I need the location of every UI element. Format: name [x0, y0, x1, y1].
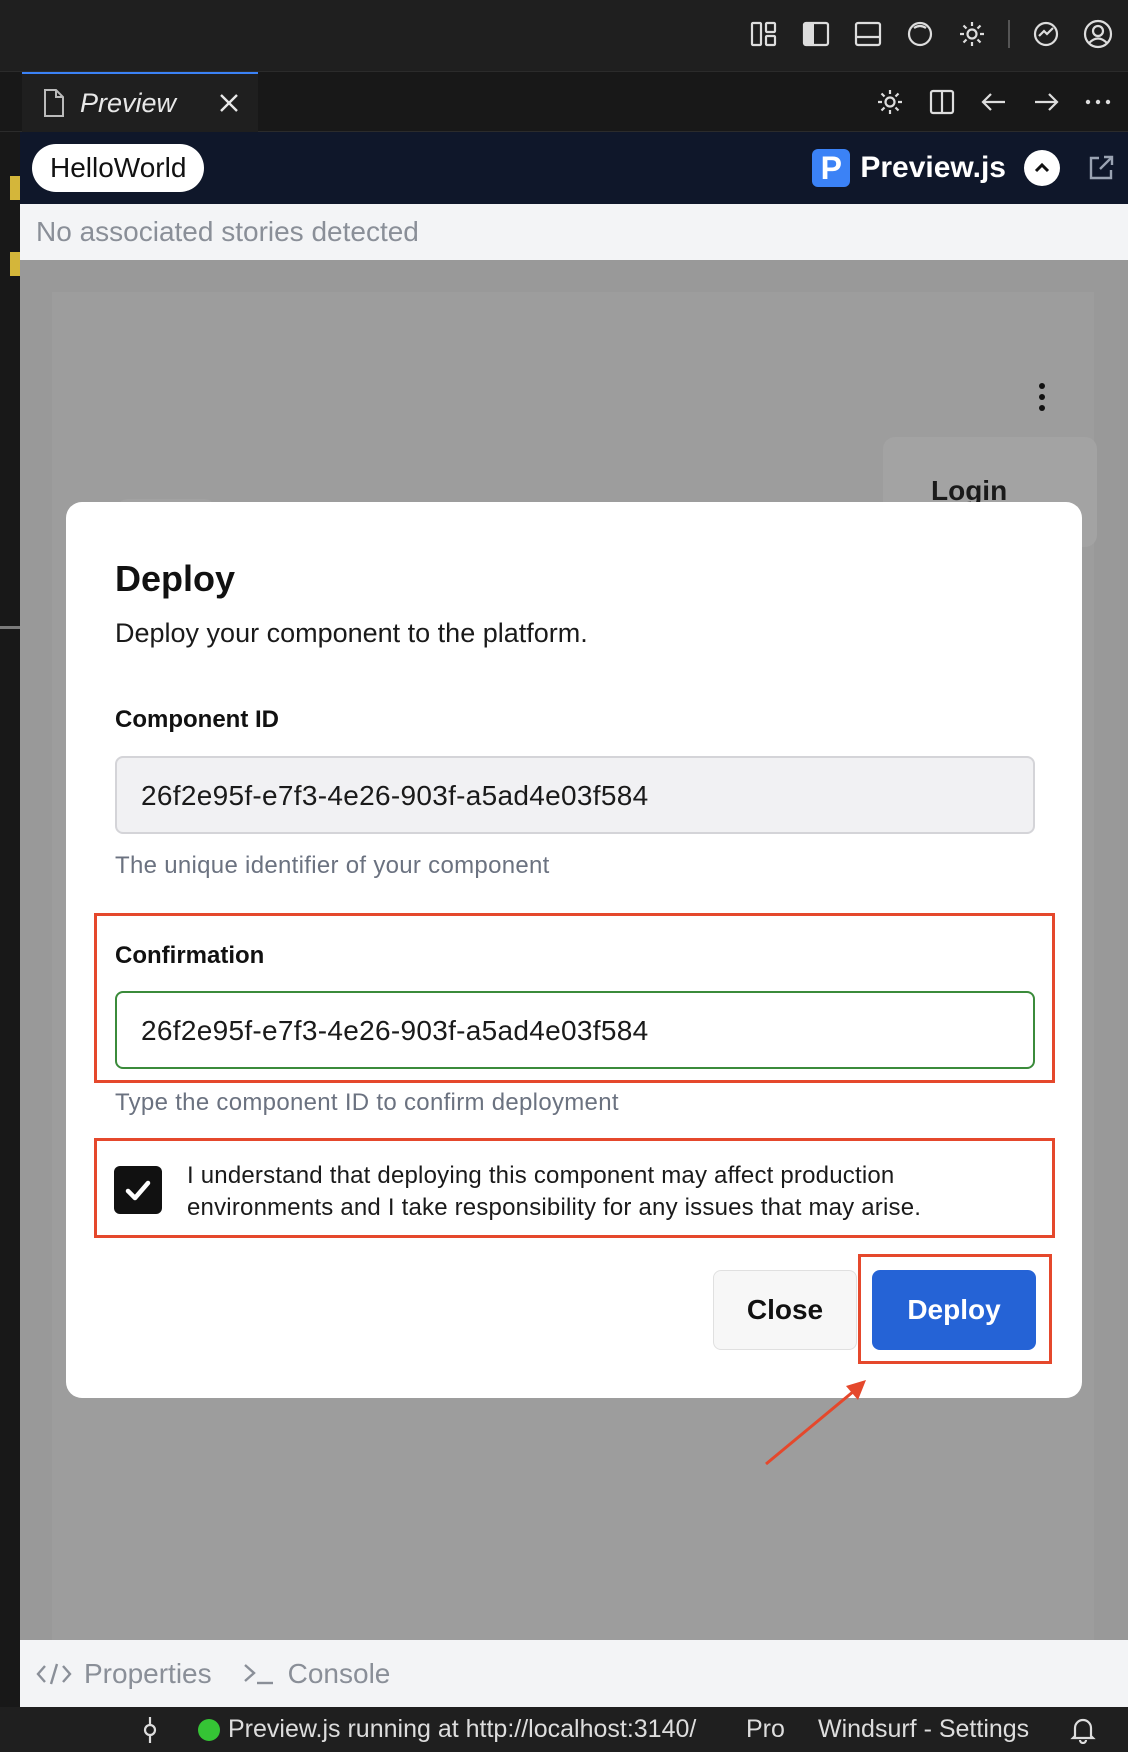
kebab-menu-icon[interactable] [1037, 382, 1047, 412]
account-icon[interactable] [1080, 16, 1116, 52]
acknowledge-line: environments and I take responsibility f… [187, 1194, 922, 1221]
title-bar-actions [746, 16, 1116, 52]
tab-label: Properties [84, 1657, 212, 1689]
commit-icon [143, 1716, 157, 1743]
confirmation-label: Confirmation [115, 942, 265, 969]
close-button[interactable]: Close [713, 1270, 857, 1350]
deploy-button[interactable]: Deploy [872, 1270, 1036, 1350]
gutter-divider [0, 626, 20, 629]
copilot-icon[interactable] [902, 16, 938, 52]
acknowledge-checkbox[interactable] [114, 1166, 162, 1214]
preview-status-item[interactable]: Preview.js running at http://localhost:3… [198, 1715, 696, 1744]
editor-gutter [0, 132, 20, 1707]
dialog-title: Deploy [115, 558, 236, 599]
tab-console[interactable]: Console [242, 1657, 391, 1690]
editor-actions [872, 84, 1116, 120]
editor-tab-bar: Preview [0, 72, 1128, 132]
acknowledge-line: I understand that deploying this compone… [187, 1162, 895, 1189]
settings-item[interactable]: Windsurf - Settings [818, 1715, 1029, 1744]
close-icon[interactable] [218, 92, 240, 114]
tab-label: Console [287, 1657, 391, 1689]
tab-properties[interactable]: Properties [36, 1658, 212, 1690]
file-icon [42, 88, 66, 118]
brand-name: Preview.js [860, 151, 1006, 184]
component-id-help: The unique identifier of your component [115, 852, 550, 879]
open-external-icon[interactable] [1086, 153, 1116, 183]
status-dot-icon [198, 1718, 220, 1741]
preview-logo-icon: P [812, 149, 851, 187]
toggle-sidebar-icon[interactable] [798, 16, 834, 52]
brand: P Preview.js [812, 132, 1128, 204]
acknowledge-label[interactable]: I understand that deploying this compone… [187, 1160, 987, 1224]
source-control-item[interactable] [140, 1715, 160, 1745]
tab-preview[interactable]: Preview [22, 72, 258, 132]
panel-tabs: Properties Console [20, 1640, 1128, 1707]
toggle-panel-icon[interactable] [850, 16, 886, 52]
terminal-icon [243, 1663, 273, 1684]
confirmation-help: Type the component ID to confirm deploym… [115, 1089, 619, 1116]
component-pill[interactable]: HelloWorld [32, 144, 205, 192]
title-bar [0, 0, 1128, 72]
annotation-arrow [760, 1370, 880, 1470]
gear-icon[interactable] [954, 16, 990, 52]
tab-label: Preview [80, 87, 177, 118]
split-editor-icon[interactable] [924, 84, 960, 120]
component-id-field[interactable]: 26f2e95f-e7f3-4e26-903f-a5ad4e03f584 [115, 756, 1035, 834]
arrow-left-icon[interactable] [976, 84, 1012, 120]
stories-message: No associated stories detected [20, 204, 1128, 260]
gear-icon[interactable] [872, 84, 908, 120]
preview-status-text: Preview.js running at http://localhost:3… [228, 1715, 697, 1743]
sync-icon[interactable] [1028, 16, 1064, 52]
component-id-label: Component ID [115, 706, 279, 733]
change-marker [10, 176, 20, 200]
deploy-dialog: Deploy Deploy your component to the plat… [66, 502, 1082, 1398]
bell-icon[interactable] [1070, 1716, 1096, 1744]
preview-header: HelloWorld P Preview.js [20, 132, 1128, 204]
change-marker [10, 252, 20, 276]
code-icon [36, 1663, 72, 1684]
dialog-subtitle: Deploy your component to the platform. [115, 618, 588, 648]
more-icon[interactable] [1080, 84, 1116, 120]
chevron-up-icon[interactable] [1024, 150, 1060, 186]
separator [1008, 20, 1010, 48]
check-icon [125, 1180, 151, 1201]
arrow-right-icon[interactable] [1028, 84, 1064, 120]
confirmation-input[interactable]: 26f2e95f-e7f3-4e26-903f-a5ad4e03f584 [115, 991, 1035, 1069]
status-bar: Preview.js running at http://localhost:3… [0, 1707, 1128, 1752]
layout-icon[interactable] [746, 16, 782, 52]
plan-item[interactable]: Pro [746, 1715, 785, 1744]
